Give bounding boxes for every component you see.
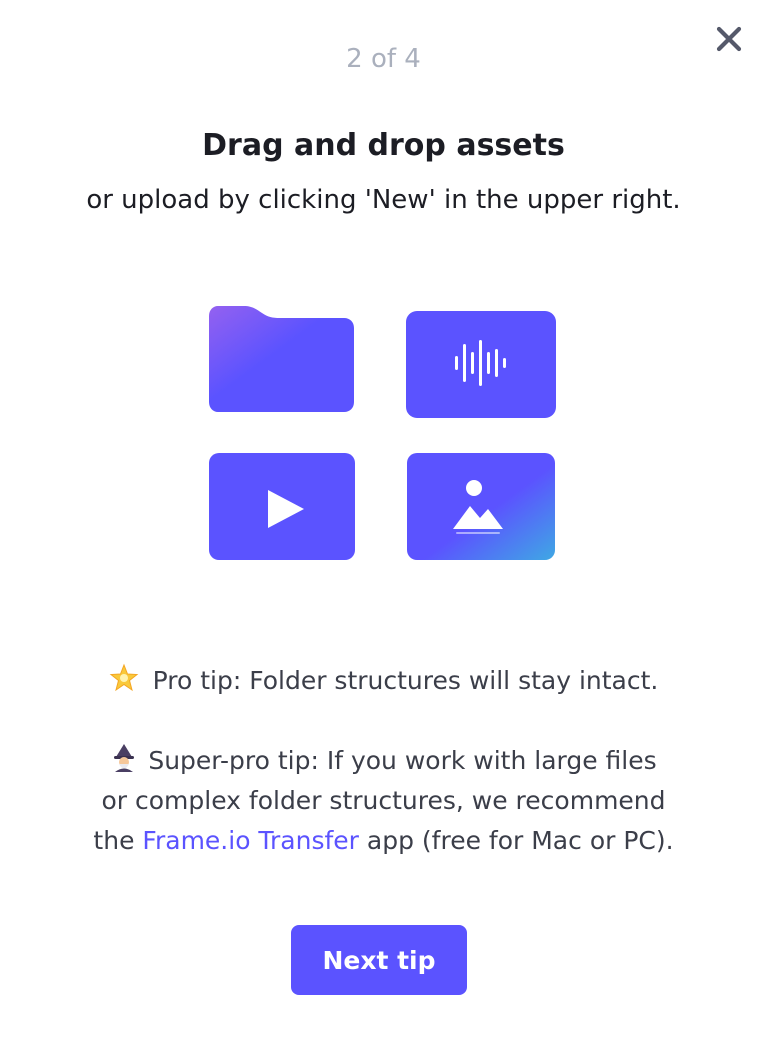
super-pro-line-3: the Frame.io Transfer app (free for Mac …: [93, 826, 674, 855]
audio-waveform-icon: [406, 311, 556, 418]
pro-tip-text: Pro tip: Folder structures will stay int…: [152, 666, 659, 695]
glowing-star-icon: [109, 663, 138, 692]
mage-icon: [114, 744, 135, 772]
step-indicator: 2 of 4: [346, 44, 421, 74]
video-play-icon: [209, 453, 355, 560]
pro-tip: Pro tip: Folder structures will stay int…: [40, 661, 727, 701]
super-pro-tip: Super-pro tip: If you work with large fi…: [40, 741, 727, 861]
frameio-transfer-link[interactable]: Frame.io Transfer: [142, 826, 359, 855]
super-pro-line-2: or complex folder structures, we recomme…: [101, 786, 666, 815]
next-tip-button[interactable]: Next tip: [291, 925, 467, 995]
folder-icon: [209, 306, 354, 412]
dialog-title: Drag and drop assets: [202, 128, 565, 163]
image-icon: [407, 453, 555, 560]
tip-dialog: 2 of 4 Drag and drop assets or upload by…: [0, 0, 767, 1038]
dialog-subtitle: or upload by clicking 'New' in the upper…: [86, 185, 681, 215]
super-pro-line-1: Super-pro tip: If you work with large fi…: [40, 741, 727, 781]
